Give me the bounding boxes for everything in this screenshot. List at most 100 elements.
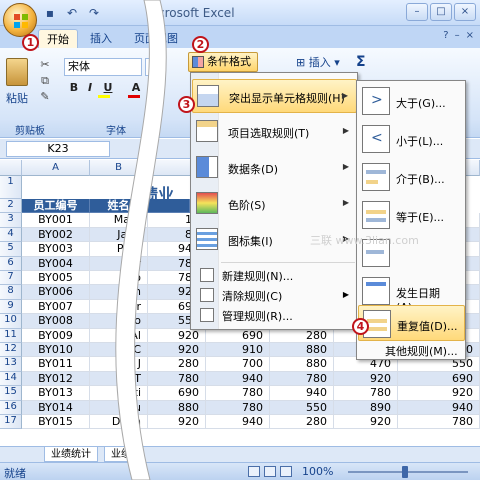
cell-score[interactable]: 280 [148,357,206,372]
row-header[interactable]: 13 [0,357,22,372]
cell-name[interactable]: Pr [90,299,148,315]
menu-item-clear-rules[interactable]: 清除规则(C) ▶ [192,285,357,305]
cell-employee-id[interactable]: BY012 [22,371,90,387]
cell-employee-id[interactable]: BY011 [22,357,90,372]
ribbon-close-icon[interactable]: × [466,30,474,41]
cell-name[interactable]: T [90,371,148,387]
cell-employee-id[interactable]: BY009 [22,328,90,344]
cell-score[interactable]: 880 [270,343,334,358]
cell-score[interactable]: 780 [206,400,270,416]
cell-score[interactable]: 940 [206,415,270,430]
header-cell-employee-id[interactable]: 员工编号 [22,199,90,214]
cell-employee-id[interactable]: BY015 [22,415,90,430]
menu-item-top-bottom-rules[interactable]: 项目选取规则(T) ▶ [192,115,357,149]
fill-color-swatch[interactable] [98,95,110,98]
autosum-button[interactable]: Σ [356,54,366,70]
ribbon-minimize-icon[interactable]: – [455,30,460,41]
cell-employee-id[interactable]: BY001 [22,213,90,228]
cell-score[interactable]: 690 [206,328,270,344]
column-header-a[interactable]: A [22,160,90,176]
sheet-tab-2[interactable]: 业绩 [104,447,138,462]
header-cell-name[interactable]: 姓名 [90,199,148,214]
cell-score[interactable]: 780 [334,386,398,401]
cell-score[interactable]: 280 [270,328,334,344]
cell-employee-id[interactable]: BY004 [22,256,90,272]
select-all-corner[interactable] [0,160,22,176]
cell-score[interactable]: 780 [206,386,270,401]
cell-employee-id[interactable]: BY007 [22,299,90,315]
cell-score[interactable]: 920 [398,386,480,401]
submenu-item-duplicate-values[interactable]: 重复值(D)... [358,305,465,341]
row-header[interactable]: 2 [0,199,22,214]
font-size-field[interactable]: 1 [145,58,159,76]
underline-button[interactable]: U [100,80,116,96]
row-header[interactable]: 17 [0,415,22,430]
submenu-item-less-than[interactable]: < 小于(L)... [358,121,465,157]
menu-item-new-rule[interactable]: 新建规则(N)... [192,265,357,285]
row-header[interactable]: 15 [0,386,22,401]
cell-employee-id[interactable]: BY013 [22,386,90,401]
menu-item-color-scales[interactable]: 色阶(S) ▶ [192,187,357,221]
cell-score[interactable]: 700 [206,357,270,372]
page-layout-view-icon[interactable] [264,466,276,477]
cell-name[interactable]: J [90,357,148,372]
cell-score[interactable]: 920 [148,415,206,430]
row-header[interactable]: 9 [0,299,22,315]
submenu-item-date-occurring[interactable]: 发生日期(A)... [358,273,465,314]
minimize-icon[interactable]: – [406,3,428,21]
cell-score[interactable]: 280 [270,415,334,430]
cell-score[interactable]: 780 [398,415,480,430]
menu-item-data-bars[interactable]: 数据条(D) ▶ [192,151,357,185]
cell-name[interactable]: Pati [90,386,148,401]
close-icon[interactable]: × [454,3,476,21]
cell-score[interactable]: 880 [270,357,334,372]
font-color-swatch[interactable] [128,95,140,98]
format-painter-icon[interactable]: ✎ [38,90,52,104]
cell-employee-id[interactable]: BY005 [22,271,90,286]
cell-score[interactable]: 780 [148,371,206,387]
cell-score[interactable]: 920 [334,415,398,430]
row-header[interactable]: 1 [0,176,22,200]
cell-score[interactable]: 690 [148,386,206,401]
sheet-tab-1[interactable]: 业绩统计 [44,447,98,462]
undo-icon[interactable]: ↶ [64,5,80,21]
cell-employee-id[interactable]: BY003 [22,242,90,257]
cell-employee-id[interactable]: BY008 [22,314,90,329]
bold-button[interactable]: B [66,80,82,96]
row-header[interactable]: 8 [0,285,22,300]
cell-name[interactable]: Vin [90,285,148,300]
cell-employee-id[interactable]: BY014 [22,400,90,416]
cell-name[interactable]: Lar [90,256,148,272]
insert-cells-button[interactable]: ⊞ 插入 ▾ [296,54,340,70]
font-name-field[interactable]: 宋体 [64,58,142,76]
cell-score[interactable]: 920 [148,343,206,358]
row-header[interactable]: 6 [0,256,22,272]
paste-button-label[interactable]: 粘贴 [6,90,28,106]
name-box[interactable]: K23 [6,141,110,157]
tab-insert[interactable]: 插入 [82,29,120,48]
zoom-slider-handle[interactable] [402,466,408,478]
row-header[interactable]: 11 [0,328,22,344]
cell-name[interactable]: Jo [90,314,148,329]
row-header[interactable]: 5 [0,242,22,257]
cell-score[interactable]: 940 [270,386,334,401]
cell-employee-id[interactable]: BY002 [22,227,90,243]
page-break-view-icon[interactable] [280,466,292,477]
submenu-item-more-rules[interactable]: 其他规则(M)... [385,343,458,359]
conditional-formatting-button[interactable]: 条件格式 ▾ [188,52,258,86]
cell-name[interactable]: Jane [90,227,148,243]
cell-score[interactable]: 690 [398,371,480,387]
cut-icon[interactable]: ✂ [38,58,52,72]
row-header[interactable]: 16 [0,400,22,416]
row-header[interactable]: 14 [0,371,22,387]
cell-score[interactable]: 920 [334,371,398,387]
paste-icon[interactable] [6,58,28,86]
cell-name[interactable]: Dann [90,415,148,430]
row-header[interactable]: 4 [0,227,22,243]
menu-item-manage-rules[interactable]: 管理规则(R)... [192,305,357,325]
redo-icon[interactable]: ↷ [86,5,102,21]
cell-name[interactable]: Al [90,328,148,344]
cell-score[interactable]: 920 [148,328,206,344]
zoom-slider[interactable] [348,471,468,473]
save-icon[interactable]: ▪ [42,5,58,21]
